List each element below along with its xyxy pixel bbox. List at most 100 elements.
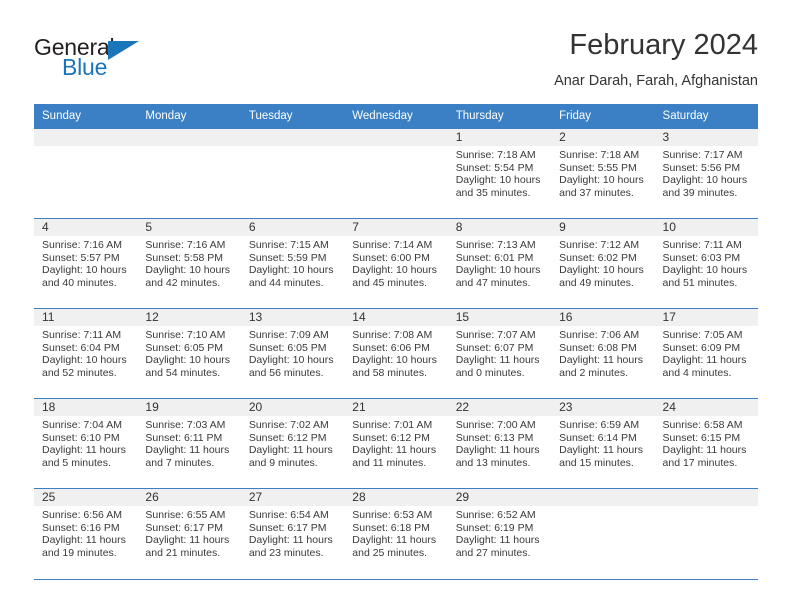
day-details: Sunrise: 7:16 AM Sunset: 5:57 PM Daylight:… <box>34 236 137 289</box>
calendar-day-cell[interactable]: 10 Sunrise: 7:11 AM Sunset: 6:03 PM Dayligh… <box>654 218 758 309</box>
calendar-day-cell[interactable]: 25 Sunrise: 6:56 AM Sunset: 6:16 PM Dayligh… <box>34 488 138 578</box>
sunrise-time: Sunrise: 7:10 AM <box>145 329 226 341</box>
sunset-time: Sunset: 6:07 PM <box>455 341 534 354</box>
sunrise-time: Sunrise: 7:03 AM <box>145 419 226 431</box>
weekday-header-monday: Monday <box>137 104 241 129</box>
daylight-duration-line1: Daylight: 11 hours <box>352 534 437 547</box>
day-number: 26 <box>137 489 241 506</box>
day-details: Sunrise: 7:11 AM Sunset: 6:03 PM Daylight:… <box>655 236 758 289</box>
day-cell-inner: 28 Sunrise: 6:53 AM Sunset: 6:18 PM Dayligh… <box>344 489 448 578</box>
day-number: 24 <box>654 399 758 416</box>
calendar-day-cell[interactable]: 9 Sunrise: 7:12 AM Sunset: 6:02 PM Daylight… <box>551 218 655 309</box>
daylight-duration-line1: Daylight: 11 hours <box>662 354 747 367</box>
daylight-duration-line2: and 7 minutes. <box>145 456 215 469</box>
day-details: Sunrise: 7:06 AM Sunset: 6:08 PM Daylight:… <box>551 326 654 379</box>
calendar-day-cell[interactable]: 13 Sunrise: 7:09 AM Sunset: 6:05 PM Dayligh… <box>240 308 345 399</box>
sunset-time: Sunset: 5:58 PM <box>145 251 224 264</box>
day-number: 1 <box>447 129 552 146</box>
day-number: 22 <box>447 399 552 416</box>
day-details: Sunrise: 6:52 AM Sunset: 6:19 PM Daylight:… <box>448 506 551 559</box>
calendar-day-cell[interactable]: 11 Sunrise: 7:11 AM Sunset: 6:04 PM Dayligh… <box>34 308 138 399</box>
calendar-day-cell[interactable]: 16 Sunrise: 7:06 AM Sunset: 6:08 PM Dayligh… <box>551 308 655 399</box>
calendar-day-cell[interactable]: 7 Sunrise: 7:14 AM Sunset: 6:00 PM Daylight… <box>344 218 448 309</box>
day-number: 3 <box>654 129 758 146</box>
calendar-day-cell[interactable]: 18 Sunrise: 7:04 AM Sunset: 6:10 PM Dayligh… <box>34 398 138 489</box>
calendar-day-cell[interactable]: 21 Sunrise: 7:01 AM Sunset: 6:12 PM Dayligh… <box>344 398 448 489</box>
calendar-day-cell[interactable]: 20 Sunrise: 7:02 AM Sunset: 6:12 PM Dayligh… <box>240 398 345 489</box>
daylight-duration-line2: and 45 minutes. <box>352 276 427 289</box>
sunset-time: Sunset: 6:10 PM <box>42 431 120 444</box>
calendar-day-cell[interactable]: 29 Sunrise: 6:52 AM Sunset: 6:19 PM Dayligh… <box>447 488 552 578</box>
calendar-day-cell[interactable]: 17 Sunrise: 7:05 AM Sunset: 6:09 PM Dayligh… <box>654 308 758 399</box>
grid-bottom-rule <box>34 579 758 580</box>
sunset-time: Sunset: 6:12 PM <box>352 431 430 444</box>
daylight-duration-line2: and 9 minutes. <box>248 456 318 469</box>
sunset-time: Sunset: 6:17 PM <box>248 521 327 534</box>
logo-secondary-text: Blue <box>62 54 108 80</box>
calendar-day-cell[interactable]: 6 Sunrise: 7:15 AM Sunset: 5:59 PM Daylight… <box>240 218 345 309</box>
calendar-day-cell[interactable]: 27 Sunrise: 6:54 AM Sunset: 6:17 PM Dayligh… <box>240 488 345 578</box>
day-details: Sunrise: 7:00 AM Sunset: 6:13 PM Daylight:… <box>448 416 551 469</box>
calendar-header-row: Sunday Monday Tuesday Wednesday Thursday… <box>34 104 758 129</box>
calendar-day-cell[interactable]: 14 Sunrise: 7:08 AM Sunset: 6:06 PM Dayligh… <box>344 308 448 399</box>
calendar-week-row: 18 Sunrise: 7:04 AM Sunset: 6:10 PM Dayligh… <box>34 398 758 489</box>
sunset-time: Sunset: 5:57 PM <box>42 251 120 264</box>
day-cell-inner: 2 Sunrise: 7:18 AM Sunset: 5:55 PM Daylight… <box>551 129 655 218</box>
day-number: 17 <box>654 309 758 326</box>
day-cell-inner: 9 Sunrise: 7:12 AM Sunset: 6:02 PM Daylight… <box>551 219 655 308</box>
calendar-day-cell[interactable]: 8 Sunrise: 7:13 AM Sunset: 6:01 PM Daylight… <box>447 218 552 309</box>
day-number: 9 <box>551 219 655 236</box>
calendar-cell-empty <box>654 488 758 578</box>
day-details: Sunrise: 7:18 AM Sunset: 5:54 PM Daylight:… <box>448 146 551 199</box>
day-details: Sunrise: 7:17 AM Sunset: 5:56 PM Daylight:… <box>655 146 758 199</box>
calendar-body: 1 Sunrise: 7:18 AM Sunset: 5:54 PM Daylight… <box>34 128 758 578</box>
day-number <box>551 489 655 506</box>
calendar-day-cell[interactable]: 24 Sunrise: 6:58 AM Sunset: 6:15 PM Dayligh… <box>654 398 758 489</box>
day-number <box>34 129 138 146</box>
calendar-day-cell[interactable]: 28 Sunrise: 6:53 AM Sunset: 6:18 PM Dayligh… <box>344 488 448 578</box>
calendar-day-cell[interactable]: 15 Sunrise: 7:07 AM Sunset: 6:07 PM Dayligh… <box>447 308 552 399</box>
daylight-duration-line2: and 17 minutes. <box>662 456 738 469</box>
calendar-day-cell[interactable]: 2 Sunrise: 7:18 AM Sunset: 5:55 PM Daylight… <box>551 128 655 219</box>
calendar-day-cell[interactable]: 5 Sunrise: 7:16 AM Sunset: 5:58 PM Daylight… <box>137 218 241 309</box>
calendar-day-cell[interactable]: 26 Sunrise: 6:55 AM Sunset: 6:17 PM Dayligh… <box>137 488 241 578</box>
sunset-time: Sunset: 6:16 PM <box>42 521 120 534</box>
daylight-duration-line1: Daylight: 11 hours <box>662 444 747 457</box>
day-cell-inner: 26 Sunrise: 6:55 AM Sunset: 6:17 PM Dayligh… <box>137 489 241 578</box>
daylight-duration-line2: and 21 minutes. <box>145 546 221 559</box>
day-cell-inner: 21 Sunrise: 7:01 AM Sunset: 6:12 PM Dayligh… <box>344 399 448 488</box>
sunrise-time: Sunrise: 6:54 AM <box>248 509 329 521</box>
calendar-day-cell[interactable]: 19 Sunrise: 7:03 AM Sunset: 6:11 PM Dayligh… <box>137 398 241 489</box>
day-number <box>240 129 345 146</box>
triangle-icon <box>108 41 139 60</box>
daylight-duration-line1: Daylight: 10 hours <box>42 264 127 277</box>
day-cell-inner: 14 Sunrise: 7:08 AM Sunset: 6:06 PM Dayligh… <box>344 309 448 398</box>
daylight-duration-line2: and 4 minutes. <box>662 366 732 379</box>
sunrise-time: Sunrise: 7:12 AM <box>559 239 640 251</box>
calendar-day-cell[interactable]: 3 Sunrise: 7:17 AM Sunset: 5:56 PM Daylight… <box>654 128 758 219</box>
calendar-day-cell[interactable]: 4 Sunrise: 7:16 AM Sunset: 5:57 PM Daylight… <box>34 218 138 309</box>
calendar-day-cell[interactable]: 22 Sunrise: 7:00 AM Sunset: 6:13 PM Dayligh… <box>447 398 552 489</box>
day-details: Sunrise: 7:15 AM Sunset: 5:59 PM Daylight:… <box>241 236 344 289</box>
calendar-day-cell[interactable]: 23 Sunrise: 6:59 AM Sunset: 6:14 PM Dayligh… <box>551 398 655 489</box>
day-cell-inner: 17 Sunrise: 7:05 AM Sunset: 6:09 PM Dayligh… <box>654 309 758 398</box>
day-number: 14 <box>344 309 448 326</box>
daylight-duration-line1: Daylight: 10 hours <box>248 264 334 277</box>
sunset-time: Sunset: 5:54 PM <box>455 161 534 174</box>
calendar-day-cell[interactable]: 1 Sunrise: 7:18 AM Sunset: 5:54 PM Daylight… <box>447 128 552 219</box>
general-blue-logo[interactable]: General Blue <box>34 34 164 86</box>
day-number: 10 <box>654 219 758 236</box>
calendar-week-row: 1 Sunrise: 7:18 AM Sunset: 5:54 PM Daylight… <box>34 128 758 219</box>
day-number: 5 <box>137 219 241 236</box>
daylight-duration-line2: and 39 minutes. <box>662 186 738 199</box>
sunrise-time: Sunrise: 7:15 AM <box>248 239 329 251</box>
calendar-day-cell[interactable]: 12 Sunrise: 7:10 AM Sunset: 6:05 PM Dayligh… <box>137 308 241 399</box>
sunrise-time: Sunrise: 7:07 AM <box>455 329 536 341</box>
day-cell-inner <box>344 129 448 218</box>
day-cell-inner: 25 Sunrise: 6:56 AM Sunset: 6:16 PM Dayligh… <box>34 489 138 578</box>
day-cell-inner: 5 Sunrise: 7:16 AM Sunset: 5:58 PM Daylight… <box>137 219 241 308</box>
day-number <box>344 129 448 146</box>
sunrise-time: Sunrise: 7:04 AM <box>42 419 122 431</box>
day-details: Sunrise: 7:09 AM Sunset: 6:05 PM Daylight:… <box>241 326 344 379</box>
day-cell-inner: 29 Sunrise: 6:52 AM Sunset: 6:19 PM Dayligh… <box>447 489 552 578</box>
